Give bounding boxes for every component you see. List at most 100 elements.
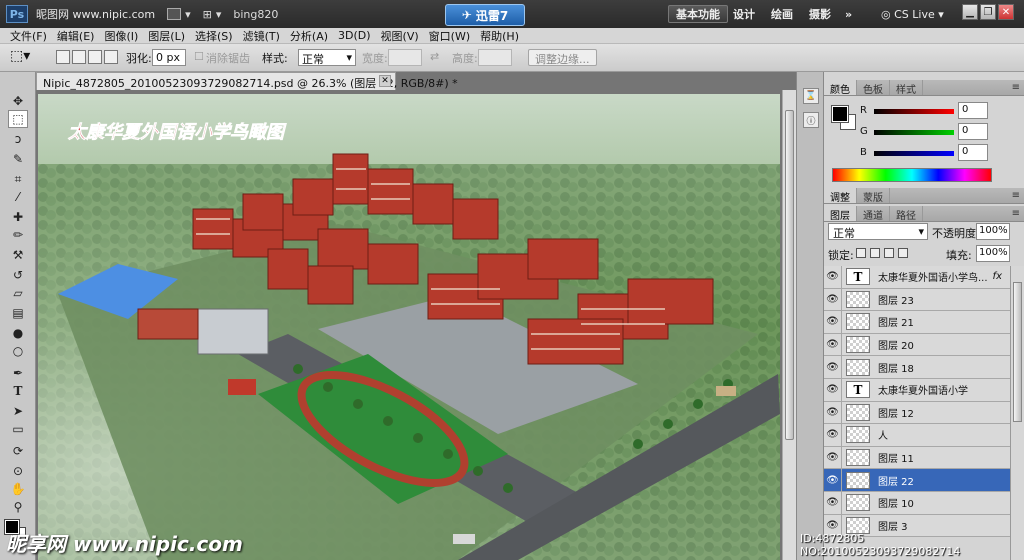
blue-input[interactable]: 0 [958,144,988,161]
brush-tool-icon[interactable]: ✏ [8,226,28,244]
intersect-selection-icon[interactable] [104,50,118,64]
menu-view[interactable]: 视图(V) [381,28,419,44]
gradient-tool-icon[interactable]: ▤ [8,304,28,322]
history-panel-icon[interactable]: ⌛ [803,88,819,104]
zoom-tool-icon[interactable]: ⚲ [8,498,28,516]
layer-row[interactable]: 👁 图层 18 [824,356,1010,379]
layer-row[interactable]: 👁 图层 11 [824,446,1010,470]
scrollbar-thumb[interactable] [785,110,794,440]
lasso-tool-icon[interactable]: ↄ [8,130,28,148]
document-tab[interactable]: Nipic_4872805_20100523093729082714.psd @… [36,72,458,90]
workspace-essentials[interactable]: 基本功能 [668,5,728,23]
lock-all-icon[interactable] [898,248,908,258]
panel-menu-icon[interactable]: ≡ [1012,208,1020,219]
clone-stamp-tool-icon[interactable]: ⚒ [8,246,28,264]
visibility-eye-icon[interactable]: 👁 [824,288,842,311]
fill-input[interactable]: 100% [976,245,1010,262]
hand-tool-icon[interactable]: ✋ [8,480,28,498]
width-input[interactable] [388,49,422,66]
layer-row[interactable]: 👁 图层 12 [824,401,1010,425]
layer-row[interactable]: 👁 图层 10 [824,491,1010,515]
menu-file[interactable]: 文件(F) [10,28,47,44]
visibility-eye-icon[interactable]: 👁 [824,424,842,446]
visibility-eye-icon[interactable]: 👁 [824,491,842,514]
lock-transparency-icon[interactable] [856,248,866,258]
panel-menu-icon[interactable]: ≡ [1012,82,1020,93]
layer-effects-icon[interactable]: fx [993,271,1002,282]
visibility-eye-icon[interactable]: 👁 [824,446,842,469]
cs-live-button[interactable]: ◎ CS Live ▾ [874,5,951,23]
swap-icon[interactable]: ⇄ [430,50,439,63]
tab-channels[interactable]: 通道 [857,206,890,222]
layer-row[interactable]: 👁 图层 23 [824,288,1010,312]
view-extras-menu[interactable]: ▾ [167,8,191,21]
layer-row[interactable]: 👁 T 太康华夏外国语小学 [824,378,1010,402]
more-workspaces-button[interactable]: » [838,5,859,23]
image-canvas[interactable]: 太康华夏外国语小学鸟瞰图 [38,94,780,560]
visibility-eye-icon[interactable]: 👁 [824,266,842,288]
vertical-scrollbar[interactable] [782,90,796,560]
move-tool-icon[interactable]: ✥ [8,92,28,110]
visibility-eye-icon[interactable]: 👁 [824,311,842,333]
height-input[interactable] [478,49,512,66]
visibility-eye-icon[interactable]: 👁 [824,378,842,401]
workspace-painting[interactable]: 绘画 [764,5,800,23]
tab-masks[interactable]: 蒙版 [857,188,890,204]
blend-mode-select[interactable]: 正常 ▾ [828,223,928,240]
layers-scrollbar[interactable] [1010,266,1024,560]
add-selection-icon[interactable] [72,50,86,64]
3d-orbit-tool-icon[interactable]: ⊙ [8,462,28,480]
opacity-input[interactable]: 100% [976,223,1010,240]
layer-row[interactable]: 👁 图层 21 [824,311,1010,334]
menu-3d[interactable]: 3D(D) [338,29,371,42]
antialias-checkbox-icon[interactable]: ☐ [194,50,204,63]
layer-row[interactable]: 👁 图层 22 [824,469,1010,492]
style-select[interactable]: 正常 ▾ [298,49,356,66]
green-input[interactable]: 0 [958,123,988,140]
tab-styles[interactable]: 样式 [890,80,923,96]
new-selection-icon[interactable] [56,50,70,64]
subtract-selection-icon[interactable] [88,50,102,64]
panel-menu-icon[interactable]: ≡ [1012,190,1020,201]
menu-filter[interactable]: 滤镜(T) [243,28,280,44]
menu-analysis[interactable]: 分析(A) [290,28,328,44]
menu-window[interactable]: 窗口(W) [429,28,470,44]
menu-help[interactable]: 帮助(H) [480,28,519,44]
minimize-button[interactable]: ▁ [962,4,978,20]
blur-tool-icon[interactable]: ● [8,324,28,342]
crop-tool-icon[interactable]: ⌗ [8,170,28,188]
properties-panel-icon[interactable]: ⓘ [803,112,819,128]
workspace-design[interactable]: 设计 [726,5,762,23]
layer-row[interactable]: 👁 T 太康华夏外国语小学鸟... fx [824,266,1010,289]
tab-layers[interactable]: 图层 [824,206,857,222]
lock-position-icon[interactable] [884,248,894,258]
layer-row[interactable]: 👁 人 [824,424,1010,447]
tab-paths[interactable]: 路径 [890,206,923,222]
tab-adjustments[interactable]: 调整 [824,188,857,204]
green-slider[interactable] [874,130,954,135]
xunlei-button[interactable]: ✈ 迅雷7 [445,4,525,26]
marquee-tool-icon[interactable]: ⬚ [8,110,28,128]
layer-row[interactable]: 👁 图层 20 [824,333,1010,357]
menu-edit[interactable]: 编辑(E) [57,28,95,44]
close-button[interactable]: ✕ [998,4,1014,20]
history-brush-tool-icon[interactable]: ↺ [8,266,28,284]
quick-select-tool-icon[interactable]: ✎ [8,150,28,168]
3d-rotate-tool-icon[interactable]: ⟳ [8,442,28,460]
tab-swatches[interactable]: 色板 [857,80,890,96]
path-selection-tool-icon[interactable]: ➤ [8,402,28,420]
scrollbar-thumb[interactable] [1013,282,1022,422]
blue-slider[interactable] [874,151,954,156]
visibility-eye-icon[interactable]: 👁 [824,401,842,424]
eraser-tool-icon[interactable]: ▱ [8,284,28,302]
color-spectrum-bar[interactable] [832,168,992,182]
refine-edge-button[interactable]: 调整边缘... [528,49,597,66]
marquee-preset-icon[interactable]: ⬚▾ [10,48,30,64]
workspace-photography[interactable]: 摄影 [802,5,838,23]
visibility-eye-icon[interactable]: 👁 [824,333,842,356]
feather-input[interactable]: 0 px [152,49,186,66]
menu-layer[interactable]: 图层(L) [148,28,185,44]
eyedropper-tool-icon[interactable]: ⁄ [8,188,28,206]
shape-tool-icon[interactable]: ▭ [8,420,28,438]
type-tool-icon[interactable]: T [8,382,28,400]
